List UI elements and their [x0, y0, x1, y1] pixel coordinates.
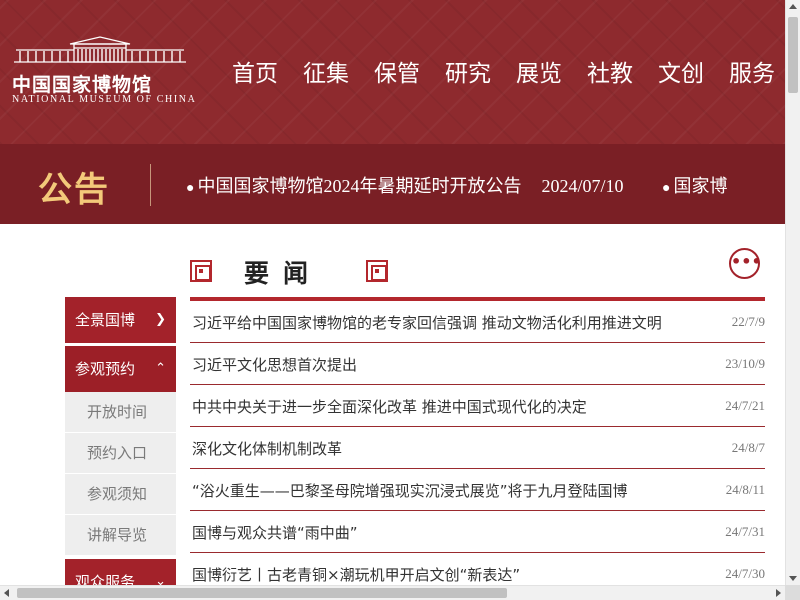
- sidebar-category-visit-booking[interactable]: 参观预约 ⌃: [65, 346, 176, 392]
- news-title: 习近平给中国国家博物馆的老专家回信强调 推动文物活化利用推进文明: [192, 314, 662, 332]
- sidebar-item-visitor-notice[interactable]: 参观须知: [65, 474, 176, 515]
- vertical-scrollbar[interactable]: [785, 0, 800, 585]
- main-nav: 首页 征集 保管 研究 展览 社教 文创 服务: [232, 54, 785, 88]
- notice-divider: [150, 164, 151, 206]
- news-title: “浴火重生——巴黎圣母院增强现实沉浸式展览”将于九月登陆国博: [192, 482, 628, 500]
- sidebar-item-opening-hours[interactable]: 开放时间: [65, 392, 176, 433]
- bullet-icon: ●: [661, 181, 671, 196]
- horizontal-scroll-thumb[interactable]: [17, 588, 507, 598]
- nav-item-cultural-creative[interactable]: 文创: [658, 54, 704, 88]
- news-title: 深化文化体制机制改革: [192, 440, 343, 458]
- horizontal-scrollbar[interactable]: [0, 585, 785, 600]
- news-item[interactable]: 习近平文化思想首次提出 23/10/9: [190, 343, 765, 385]
- section-title: 要闻: [244, 259, 323, 288]
- site-logo[interactable]: 中国国家博物馆 NATIONAL MUSEUM OF CHINA: [12, 36, 195, 106]
- section-header: 要闻: [190, 254, 390, 290]
- notice-label: 公告: [38, 170, 110, 210]
- logo-chinese-name: 中国国家博物馆: [12, 74, 153, 96]
- notice-item[interactable]: ● 国家博: [662, 172, 727, 198]
- news-title: 中共中央关于进一步全面深化改革 推进中国式现代化的决定: [192, 398, 587, 416]
- site-header: 中国国家博物馆 NATIONAL MUSEUM OF CHINA 首页 征集 保…: [0, 0, 785, 144]
- news-list: 习近平给中国国家博物馆的老专家回信强调 推动文物活化利用推进文明 22/7/9 …: [190, 297, 765, 595]
- more-dots-icon: •••: [731, 252, 762, 271]
- news-date: 24/7/31: [725, 524, 765, 539]
- bullet-icon: ●: [186, 181, 195, 196]
- scroll-left-arrow-icon[interactable]: [4, 589, 9, 597]
- vertical-scroll-thumb[interactable]: [788, 17, 798, 93]
- notice-item[interactable]: ● 中国国家博物馆2024年暑期延时开放公告 2024/07/10: [186, 172, 623, 198]
- scroll-down-arrow-icon[interactable]: [789, 576, 797, 581]
- nav-item-home[interactable]: 首页: [232, 54, 278, 88]
- news-item[interactable]: 习近平给中国国家博物馆的老专家回信强调 推动文物活化利用推进文明 22/7/9: [190, 301, 765, 343]
- sidebar-category-panorama[interactable]: 全景国博 ❯: [65, 297, 176, 343]
- scrollbar-corner: [785, 585, 800, 600]
- nav-item-custody[interactable]: 保管: [374, 54, 420, 88]
- news-date: 22/7/9: [731, 314, 765, 329]
- sidebar-item-booking-entry[interactable]: 预约入口: [65, 433, 176, 474]
- notice-item-text: 国家博: [673, 176, 728, 196]
- nav-item-research[interactable]: 研究: [445, 54, 491, 88]
- chevron-up-icon: ⌃: [155, 361, 166, 376]
- nav-item-collection[interactable]: 征集: [303, 54, 349, 88]
- more-button[interactable]: •••: [729, 248, 762, 279]
- nav-item-services[interactable]: 服务: [729, 54, 775, 88]
- news-item[interactable]: 中共中央关于进一步全面深化改革 推进中国式现代化的决定 24/7/21: [190, 385, 765, 427]
- news-title: 习近平文化思想首次提出: [192, 356, 358, 374]
- nav-item-education[interactable]: 社教: [587, 54, 633, 88]
- fret-pattern-icon: [366, 260, 388, 282]
- notice-ticker: ● 中国国家博物馆2024年暑期延时开放公告 2024/07/10 ● 国家博: [186, 172, 761, 198]
- news-date: 24/8/7: [731, 440, 765, 455]
- notice-item-date: 2024/07/10: [541, 176, 624, 196]
- sidebar-category-label: 全景国博: [75, 311, 136, 329]
- news-item[interactable]: “浴火重生——巴黎圣母院增强现实沉浸式展览”将于九月登陆国博 24/8/11: [190, 469, 765, 511]
- news-title: 国博与观众共谱“雨中曲”: [192, 524, 358, 542]
- scroll-right-arrow-icon[interactable]: [776, 589, 781, 597]
- scroll-up-arrow-icon[interactable]: [789, 4, 797, 9]
- news-item[interactable]: 深化文化体制机制改革 24/8/7: [190, 427, 765, 469]
- news-item[interactable]: 国博与观众共谱“雨中曲” 24/7/31: [190, 511, 765, 553]
- sidebar: 全景国博 ❯ 参观预约 ⌃ 开放时间 预约入口 参观须知 讲解导览 观众服务 ⌄: [65, 297, 176, 600]
- logo-english-name: NATIONAL MUSEUM OF CHINA: [12, 94, 197, 105]
- notice-item-text: 中国国家博物馆2024年暑期延时开放公告: [197, 176, 522, 196]
- news-title: 国博衍艺丨古老青铜×潮玩机甲开启文创“新表达”: [192, 566, 521, 584]
- chevron-down-icon: ❯: [155, 312, 166, 327]
- sidebar-item-guided-tour[interactable]: 讲解导览: [65, 515, 176, 556]
- news-date: 23/10/9: [725, 356, 765, 371]
- news-date: 24/7/21: [725, 398, 765, 413]
- notice-bar: 公告 ● 中国国家博物馆2024年暑期延时开放公告 2024/07/10 ● 国家博: [0, 144, 785, 224]
- news-date: 24/8/11: [725, 482, 765, 497]
- fret-pattern-icon: [190, 260, 212, 282]
- sidebar-category-label: 参观预约: [75, 360, 136, 378]
- museum-building-icon: [14, 36, 186, 63]
- nav-item-exhibitions[interactable]: 展览: [516, 54, 562, 88]
- news-date: 24/7/30: [725, 566, 765, 581]
